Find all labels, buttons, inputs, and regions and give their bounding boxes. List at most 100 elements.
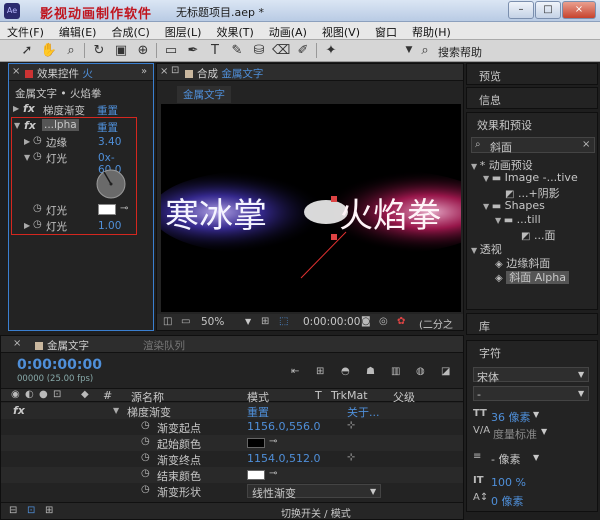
stopwatch-icon[interactable]: ◷ xyxy=(141,420,150,431)
dropdown-arrow-icon[interactable]: ▼ xyxy=(541,427,547,436)
effects-presets-title[interactable]: 效果和预设 xyxy=(477,117,532,133)
close-tab-icon[interactable]: × xyxy=(12,66,20,77)
close-button[interactable]: × xyxy=(562,1,596,19)
toggle-switches-modes[interactable]: 切换开关 / 模式 xyxy=(281,505,351,520)
timeline-row[interactable]: fx ▼ 梯度渐变 重置 关于... xyxy=(1,403,463,419)
font-size-value[interactable]: 36 像素 xyxy=(491,409,531,425)
menu-view[interactable]: 视图(V) xyxy=(315,22,368,40)
menu-file[interactable]: 文件(F) xyxy=(0,22,52,40)
effects-search-field[interactable]: ⌕ 斜面 × xyxy=(471,137,595,154)
timeline-row[interactable]: ◷ 结束颜色 ⊸ xyxy=(1,467,463,483)
font-family-select[interactable]: 宋体 ▼ xyxy=(473,367,589,384)
stopwatch-icon[interactable]: ◷ xyxy=(33,203,42,214)
fx-row-bevel-alpha[interactable]: ▼ fx ...lpha 重置 xyxy=(12,119,136,135)
menu-layer[interactable]: 图层(L) xyxy=(158,22,210,40)
timeline-row[interactable]: ◷ 渐变形状 线性渐变 ▼ xyxy=(1,483,463,500)
param-value[interactable]: 1.00 xyxy=(98,220,121,232)
timeline-row[interactable]: ◷ 渐变起点 1156.0,556.0 ⊹ xyxy=(1,419,463,435)
brush-tool-icon[interactable]: ✎ xyxy=(228,42,246,59)
reset-link[interactable]: 重置 xyxy=(97,103,118,118)
crosshair-icon[interactable]: ⊹ xyxy=(347,452,355,463)
maximize-button[interactable]: □ xyxy=(535,1,561,19)
zoom-tool-icon[interactable]: ⌕ xyxy=(62,42,80,59)
param-value[interactable]: 1156.0,556.0 xyxy=(247,420,320,433)
angle-dial[interactable] xyxy=(95,168,127,200)
vertical-scale-value[interactable]: 100 % xyxy=(491,476,526,489)
info-panel-title[interactable]: 信息 xyxy=(479,92,501,108)
character-panel-title[interactable]: 字符 xyxy=(479,345,501,361)
always-preview-icon[interactable]: ◫ xyxy=(163,316,172,327)
close-tab-icon[interactable]: × xyxy=(160,66,168,77)
stopwatch-icon[interactable]: ◷ xyxy=(141,436,150,447)
tab-effect-controls[interactable]: 效果控件 火 xyxy=(25,66,93,80)
layer-switches-icon[interactable]: ⊟ xyxy=(9,505,17,516)
tab-timeline[interactable]: 金属文字 xyxy=(35,338,89,352)
show-snapshot-icon[interactable]: ◎ xyxy=(379,316,388,327)
minimize-button[interactable]: – xyxy=(508,1,534,19)
draft-3d-icon[interactable]: ◓ xyxy=(341,366,350,377)
library-panel-title[interactable]: 库 xyxy=(479,318,490,334)
search-help-input[interactable]: 搜索帮助 xyxy=(438,44,482,60)
close-tab-icon[interactable]: × xyxy=(13,338,21,349)
text-layer-fire[interactable]: 火焰拳 xyxy=(339,188,441,237)
clone-stamp-tool-icon[interactable]: ⛁ xyxy=(250,42,268,59)
layer-handle[interactable] xyxy=(331,196,337,202)
menu-composition[interactable]: 合成(C) xyxy=(104,22,157,40)
eye-icon[interactable]: ◉ xyxy=(11,389,20,400)
tree-item-selected[interactable]: ◈ 斜面 Alpha xyxy=(471,269,595,284)
menu-help[interactable]: 帮助(H) xyxy=(405,22,459,40)
preview-panel-title[interactable]: 预览 xyxy=(479,68,501,84)
about-link[interactable]: 关于... xyxy=(347,404,380,420)
tree-item[interactable]: ◩ ...+阴影 xyxy=(471,185,595,200)
transfer-controls-icon[interactable]: ⊡ xyxy=(27,505,35,516)
param-light-intensity[interactable]: ▶ ◷ 灯光 1.00 xyxy=(12,219,136,233)
snapshot-icon[interactable]: ◙ xyxy=(361,316,371,327)
channel-icon[interactable]: ✿ xyxy=(397,316,405,327)
eyedropper-icon[interactable]: ⊸ xyxy=(269,436,277,447)
tree-item[interactable]: ◈ 边缘斜面 xyxy=(471,255,595,270)
tab-render-queue[interactable]: 渲染队列 xyxy=(143,338,185,352)
timeline-row[interactable]: ◷ 渐变终点 1154.0,512.0 ⊹ xyxy=(1,451,463,467)
clear-search-icon[interactable]: × xyxy=(582,139,590,150)
selection-tool-icon[interactable]: ➚ xyxy=(18,42,36,59)
monitor-icon[interactable]: ▭ xyxy=(181,316,190,327)
label-icon[interactable]: ◆ xyxy=(81,389,89,400)
mask-visibility-icon[interactable]: ⬚ xyxy=(279,316,288,327)
param-light-angle[interactable]: ▼ ◷ 灯光 0x-60.0 xyxy=(12,151,136,176)
rectangle-tool-icon[interactable]: ▭ xyxy=(162,42,180,59)
grid-icon[interactable]: ⊞ xyxy=(261,316,269,327)
param-edge[interactable]: ▶ ◷ 边缘 3.40 xyxy=(12,135,136,149)
kerning-select[interactable]: 度量标准 xyxy=(493,426,537,442)
timeline-timecode[interactable]: 0:00:00:00 xyxy=(17,357,102,373)
color-swatch[interactable] xyxy=(98,204,116,215)
zoom-dropdown-icon[interactable]: ▼ xyxy=(245,317,251,326)
eyedropper-icon[interactable]: ⊸ xyxy=(120,203,128,214)
eraser-tool-icon[interactable]: ⌫ xyxy=(272,42,290,59)
resolution-select[interactable]: (二分之 xyxy=(419,316,453,331)
roto-brush-tool-icon[interactable]: ✐ xyxy=(294,42,312,59)
color-swatch[interactable] xyxy=(247,470,265,480)
stopwatch-icon[interactable]: ◷ xyxy=(33,151,42,162)
puppet-pin-tool-icon[interactable]: ✦ xyxy=(322,42,340,59)
zoom-select[interactable]: 50% xyxy=(201,316,224,328)
stopwatch-icon[interactable]: ◷ xyxy=(141,484,150,495)
reset-link[interactable]: 重置 xyxy=(97,120,118,135)
dropdown-arrow-icon[interactable]: ▼ xyxy=(533,453,539,462)
comp-breadcrumb[interactable]: 金属文字 xyxy=(177,86,231,103)
color-swatch[interactable] xyxy=(247,438,265,448)
rotate-tool-icon[interactable]: ↻ xyxy=(90,42,108,59)
menu-effect[interactable]: 效果(T) xyxy=(209,22,261,40)
baseline-shift-value[interactable]: 0 像素 xyxy=(491,493,524,509)
tree-item[interactable]: ▼ * 动画预设 xyxy=(471,157,595,172)
param-value[interactable]: 1154.0,512.0 xyxy=(247,452,320,465)
lock-icon[interactable]: ⊡ xyxy=(171,65,179,76)
composition-viewer[interactable]: 寒冰掌 火焰拳 xyxy=(161,104,461,312)
reset-link[interactable]: 重置 xyxy=(247,404,269,420)
type-tool-icon[interactable]: T xyxy=(206,42,224,59)
font-style-select[interactable]: - ▼ xyxy=(473,386,589,401)
stroke-width-value[interactable]: - 像素 xyxy=(491,451,520,467)
stopwatch-icon[interactable]: ◷ xyxy=(141,468,150,479)
search-icon[interactable]: ⌕ xyxy=(416,42,434,59)
tree-item[interactable]: ▼ 透视 xyxy=(471,241,595,256)
audio-icon[interactable]: ◐ xyxy=(25,389,34,400)
